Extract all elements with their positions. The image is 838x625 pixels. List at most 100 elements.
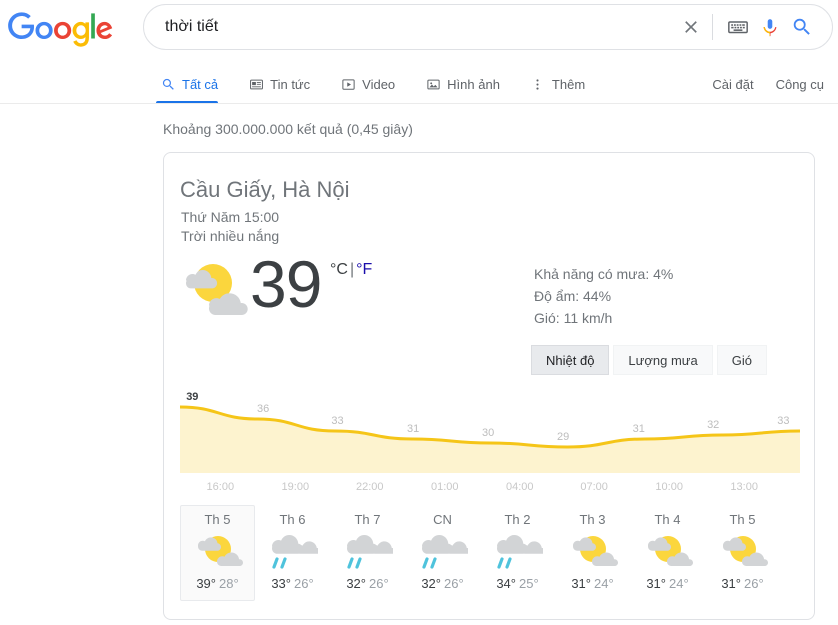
- search-nav-tabs: Tất cả Tin tức Video Hình ảnh Thêm Cài đ…: [0, 64, 838, 104]
- current-temperature: 39: [250, 247, 322, 321]
- chart-value-label: 36: [257, 403, 269, 415]
- rain-clouds-icon: [268, 530, 318, 572]
- day-low: 24°: [669, 576, 689, 591]
- temperature-chart[interactable]: 39 36 33 31 30 29 31 32 33: [180, 381, 800, 473]
- keyboard-icon[interactable]: [722, 11, 754, 43]
- day-high: 33°: [271, 576, 291, 591]
- toggle-precipitation[interactable]: Lượng mưa: [613, 345, 713, 375]
- tab-all-label: Tất cả: [182, 76, 219, 92]
- tab-video[interactable]: Video: [340, 64, 409, 104]
- search-input[interactable]: [144, 5, 675, 49]
- day-low: 28°: [219, 576, 239, 591]
- chart-value-label: 33: [331, 415, 343, 427]
- day-low: 25°: [519, 576, 539, 591]
- day-low: 26°: [444, 576, 464, 591]
- day-label: Th 7: [354, 512, 381, 527]
- tab-all[interactable]: Tất cả: [155, 64, 232, 104]
- rain-clouds-icon: [343, 530, 393, 572]
- video-icon: [340, 76, 356, 92]
- day-label: Th 5: [729, 512, 756, 527]
- day-temperatures: 34° 25°: [496, 576, 538, 591]
- daily-forecast-item[interactable]: Th 5 31° 26°: [705, 505, 780, 601]
- chart-time-label: 16:00: [206, 481, 235, 493]
- weather-card: Cầu Giấy, Hà Nội Thứ Năm 15:00 Trời nhiề…: [163, 152, 815, 620]
- day-label: Th 3: [579, 512, 606, 527]
- chart-time-label: 13:00: [730, 481, 758, 493]
- tab-more[interactable]: Thêm: [530, 64, 599, 104]
- daily-forecast-item[interactable]: Th 2 34° 25°: [480, 505, 555, 601]
- nav-right-actions: Cài đặt Công cụ: [712, 64, 824, 104]
- weather-condition: Trời nhiều nắng: [181, 228, 280, 244]
- day-label: Th 5: [204, 512, 231, 527]
- unit-fahrenheit[interactable]: °F: [356, 261, 372, 278]
- chart-value-label: 30: [482, 427, 494, 439]
- google-search-results-page: Tất cả Tin tức: [0, 0, 838, 625]
- daily-forecast-item[interactable]: CN 32° 26°: [405, 505, 480, 601]
- image-icon: [425, 76, 441, 92]
- daily-forecast-item[interactable]: Th 6 33° 26°: [255, 505, 330, 601]
- day-temperatures: 31° 24°: [646, 576, 688, 591]
- humidity-detail: Độ ẩm: 44%: [534, 288, 612, 304]
- day-high: 32°: [421, 576, 441, 591]
- sun-behind-clouds-icon: [568, 530, 618, 572]
- result-stats: Khoảng 300.000.000 kết quả (0,45 giây): [163, 121, 413, 137]
- tab-video-label: Video: [362, 76, 396, 92]
- daily-forecast-item[interactable]: Th 7 32° 26°: [330, 505, 405, 601]
- weather-datetime: Thứ Năm 15:00: [181, 209, 280, 225]
- chart-time-label: 04:00: [505, 481, 534, 493]
- daily-forecast-item[interactable]: Th 4 31° 24°: [630, 505, 705, 601]
- weather-metric-toggle-group: Nhiệt độ Lượng mưa Gió: [531, 345, 771, 375]
- day-label: Th 4: [654, 512, 681, 527]
- precipitation-detail: Khả năng có mưa: 4%: [534, 266, 674, 282]
- news-icon: [248, 76, 264, 92]
- rain-clouds-icon: [418, 530, 468, 572]
- chart-time-axis: 16:00 19:00 22:00 01:00 04:00 07:00 10:00 13:00: [180, 481, 800, 499]
- day-low: 26°: [369, 576, 389, 591]
- chart-time-label: 19:00: [281, 481, 310, 493]
- microphone-icon[interactable]: [754, 11, 786, 43]
- google-logo[interactable]: [8, 12, 113, 48]
- tab-more-label: Thêm: [551, 76, 586, 92]
- day-temperatures: 32° 26°: [346, 576, 388, 591]
- chart-value-label: 29: [557, 431, 569, 443]
- nav-divider: [0, 103, 838, 104]
- tab-news[interactable]: Tin tức: [248, 64, 324, 104]
- day-high: 31°: [721, 576, 741, 591]
- clear-icon[interactable]: [675, 11, 707, 43]
- chart-value-label: 39: [186, 391, 198, 403]
- search-box[interactable]: [143, 4, 833, 50]
- rain-clouds-icon: [493, 530, 543, 572]
- daily-forecast-item[interactable]: Th 3 31° 24°: [555, 505, 630, 601]
- daily-forecast-item[interactable]: Th 5 39° 28°: [180, 505, 255, 601]
- unit-separator: |: [349, 261, 355, 278]
- chart-value-label: 31: [633, 423, 645, 435]
- toggle-wind[interactable]: Gió: [716, 345, 767, 375]
- tools-link[interactable]: Công cụ: [776, 77, 824, 92]
- day-low: 26°: [744, 576, 764, 591]
- chart-time-label: 22:00: [355, 481, 384, 493]
- tab-news-label: Tin tức: [270, 76, 311, 92]
- weather-details: Khả năng có mưa: 4% Độ ẩm: 44% Gió: 11 k…: [534, 263, 673, 329]
- temperature-unit-toggle[interactable]: °C | °F: [330, 261, 372, 279]
- page-header: [0, 0, 838, 64]
- settings-link[interactable]: Cài đặt: [712, 77, 753, 92]
- chart-value-label: 33: [777, 415, 789, 427]
- chart-value-label: 31: [407, 423, 419, 435]
- day-high: 32°: [346, 576, 366, 591]
- tab-images[interactable]: Hình ảnh: [425, 64, 514, 104]
- chart-time-label: 07:00: [580, 481, 608, 493]
- sun-behind-clouds-icon: [643, 530, 693, 572]
- chart-area-fill: [180, 407, 800, 473]
- day-temperatures: 31° 24°: [571, 576, 613, 591]
- search-box-icons: [675, 5, 832, 49]
- search-submit-icon[interactable]: [786, 11, 818, 43]
- day-label: Th 6: [279, 512, 306, 527]
- search-icon: [160, 76, 176, 92]
- chart-time-label: 10:00: [655, 481, 683, 493]
- unit-celsius[interactable]: °C: [330, 261, 348, 278]
- day-high: 31°: [646, 576, 666, 591]
- search-divider: [712, 14, 713, 40]
- day-low: 24°: [594, 576, 614, 591]
- day-temperatures: 39° 28°: [196, 576, 238, 591]
- toggle-temperature[interactable]: Nhiệt độ: [531, 345, 610, 375]
